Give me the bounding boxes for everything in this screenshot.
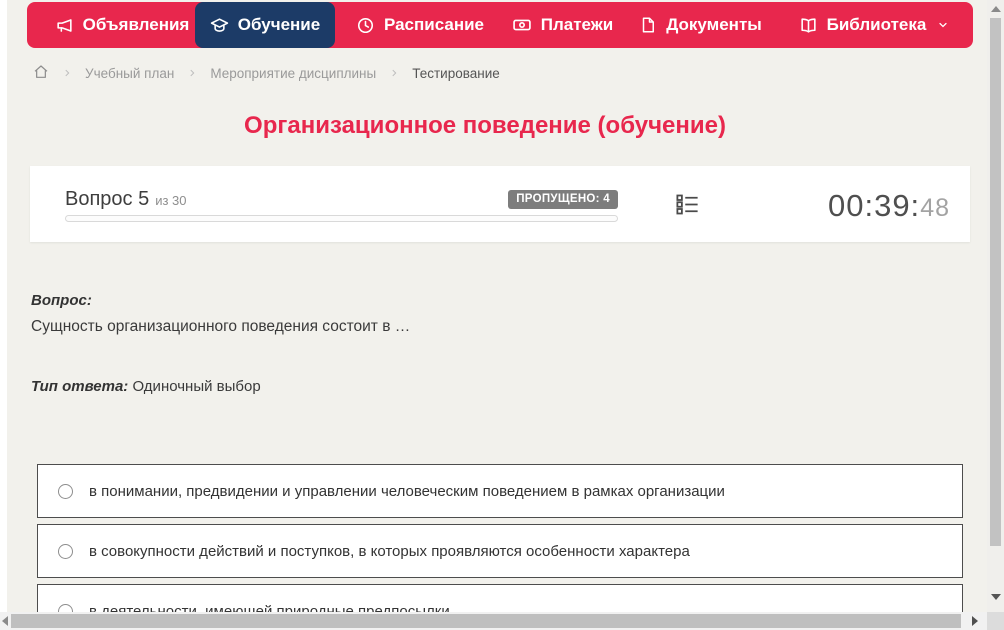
nav-tab-label: Расписание (383, 15, 485, 34)
question-text: Сущность организационного поведения сост… (31, 318, 411, 335)
answer-type-label: Тип ответа: (31, 378, 129, 395)
banknote-icon (512, 15, 532, 35)
nav-tab-label: Библиотека (826, 15, 927, 34)
radio-button-icon[interactable] (58, 483, 73, 499)
vertical-scrollbar[interactable] (987, 0, 1004, 612)
quiz-page: Объявления Обучение Расписание Платежи Д… (0, 0, 1004, 630)
nav-tab-library[interactable]: Библиотека (788, 2, 960, 48)
page-title: Организационное поведение (обучение) (244, 112, 726, 139)
answer-option[interactable]: в совокупности действий и поступков, в к… (37, 524, 963, 578)
left-gutter (0, 0, 7, 612)
timer-seconds: 48 (920, 194, 950, 222)
question-heading: Вопрос: (31, 292, 92, 309)
graduation-cap-icon (210, 16, 229, 35)
nav-tab-label: Обучение (237, 15, 321, 34)
horizontal-scrollbar-thumb[interactable] (11, 614, 961, 628)
chevron-right-icon (389, 68, 399, 78)
question-header-row: Вопрос 5 из 30 ПРОПУЩЕНО: 4 (65, 186, 618, 212)
timer: 00:39:48 (828, 188, 950, 224)
megaphone-icon (55, 16, 74, 35)
timer-hh-mm: 00:39: (827, 188, 921, 223)
nav-tab-label: Платежи (540, 15, 614, 34)
question-header-card: Вопрос 5 из 30 ПРОПУЩЕНО: 4 00:39:48 (30, 166, 970, 242)
nav-tab-schedule[interactable]: Расписание (335, 2, 505, 48)
breadcrumb-study-plan[interactable]: Учебный план (85, 66, 174, 81)
chevron-down-icon (937, 19, 949, 31)
vertical-scrollbar-thumb[interactable] (990, 18, 1001, 546)
breadcrumb: Учебный план Мероприятие дисциплины Тест… (33, 62, 500, 84)
answer-option[interactable]: в понимании, предвидении и управлении че… (37, 464, 963, 518)
scroll-up-arrow-icon[interactable] (991, 6, 1001, 12)
home-icon[interactable] (33, 64, 49, 83)
chevron-right-icon (62, 68, 72, 78)
answer-type-row: Тип ответа: Одиночный выбор (31, 378, 261, 395)
nav-tab-learning[interactable]: Обучение (195, 2, 335, 48)
breadcrumb-discipline-event[interactable]: Мероприятие дисциплины (210, 66, 376, 81)
answer-option-label: в совокупности действий и поступков, в к… (89, 542, 690, 560)
question-counter: Вопрос 5 из 30 (65, 188, 187, 211)
breadcrumb-testing: Тестирование (412, 65, 500, 81)
document-icon (639, 16, 657, 34)
scrollbar-corner (987, 612, 1004, 630)
main-navbar: Объявления Обучение Расписание Платежи Д… (27, 2, 973, 48)
answer-type-value: Одиночный выбор (132, 378, 261, 395)
answer-option-label: в понимании, предвидении и управлении че… (89, 482, 725, 500)
nav-tab-announcements[interactable]: Объявления (38, 2, 206, 48)
nav-tab-label: Документы (666, 15, 762, 34)
radio-button-icon[interactable] (58, 543, 73, 559)
nav-tab-payments[interactable]: Платежи (505, 2, 620, 48)
scroll-left-arrow-icon[interactable] (2, 616, 8, 626)
question-number: Вопрос 5 (65, 187, 150, 210)
question-of: из 30 (155, 192, 187, 208)
nav-tab-documents[interactable]: Документы (628, 2, 773, 48)
open-book-icon (799, 16, 818, 35)
scroll-down-arrow-icon[interactable] (991, 594, 1001, 600)
clock-icon (356, 16, 375, 35)
scroll-right-arrow-icon[interactable] (972, 616, 978, 626)
question-list-icon[interactable] (674, 191, 701, 223)
nav-tab-label: Объявления (82, 15, 190, 34)
horizontal-scrollbar[interactable] (0, 612, 987, 630)
chevron-right-icon (187, 68, 197, 78)
skipped-badge: ПРОПУЩЕНО: 4 (508, 189, 618, 209)
question-progress-bar (65, 215, 618, 222)
